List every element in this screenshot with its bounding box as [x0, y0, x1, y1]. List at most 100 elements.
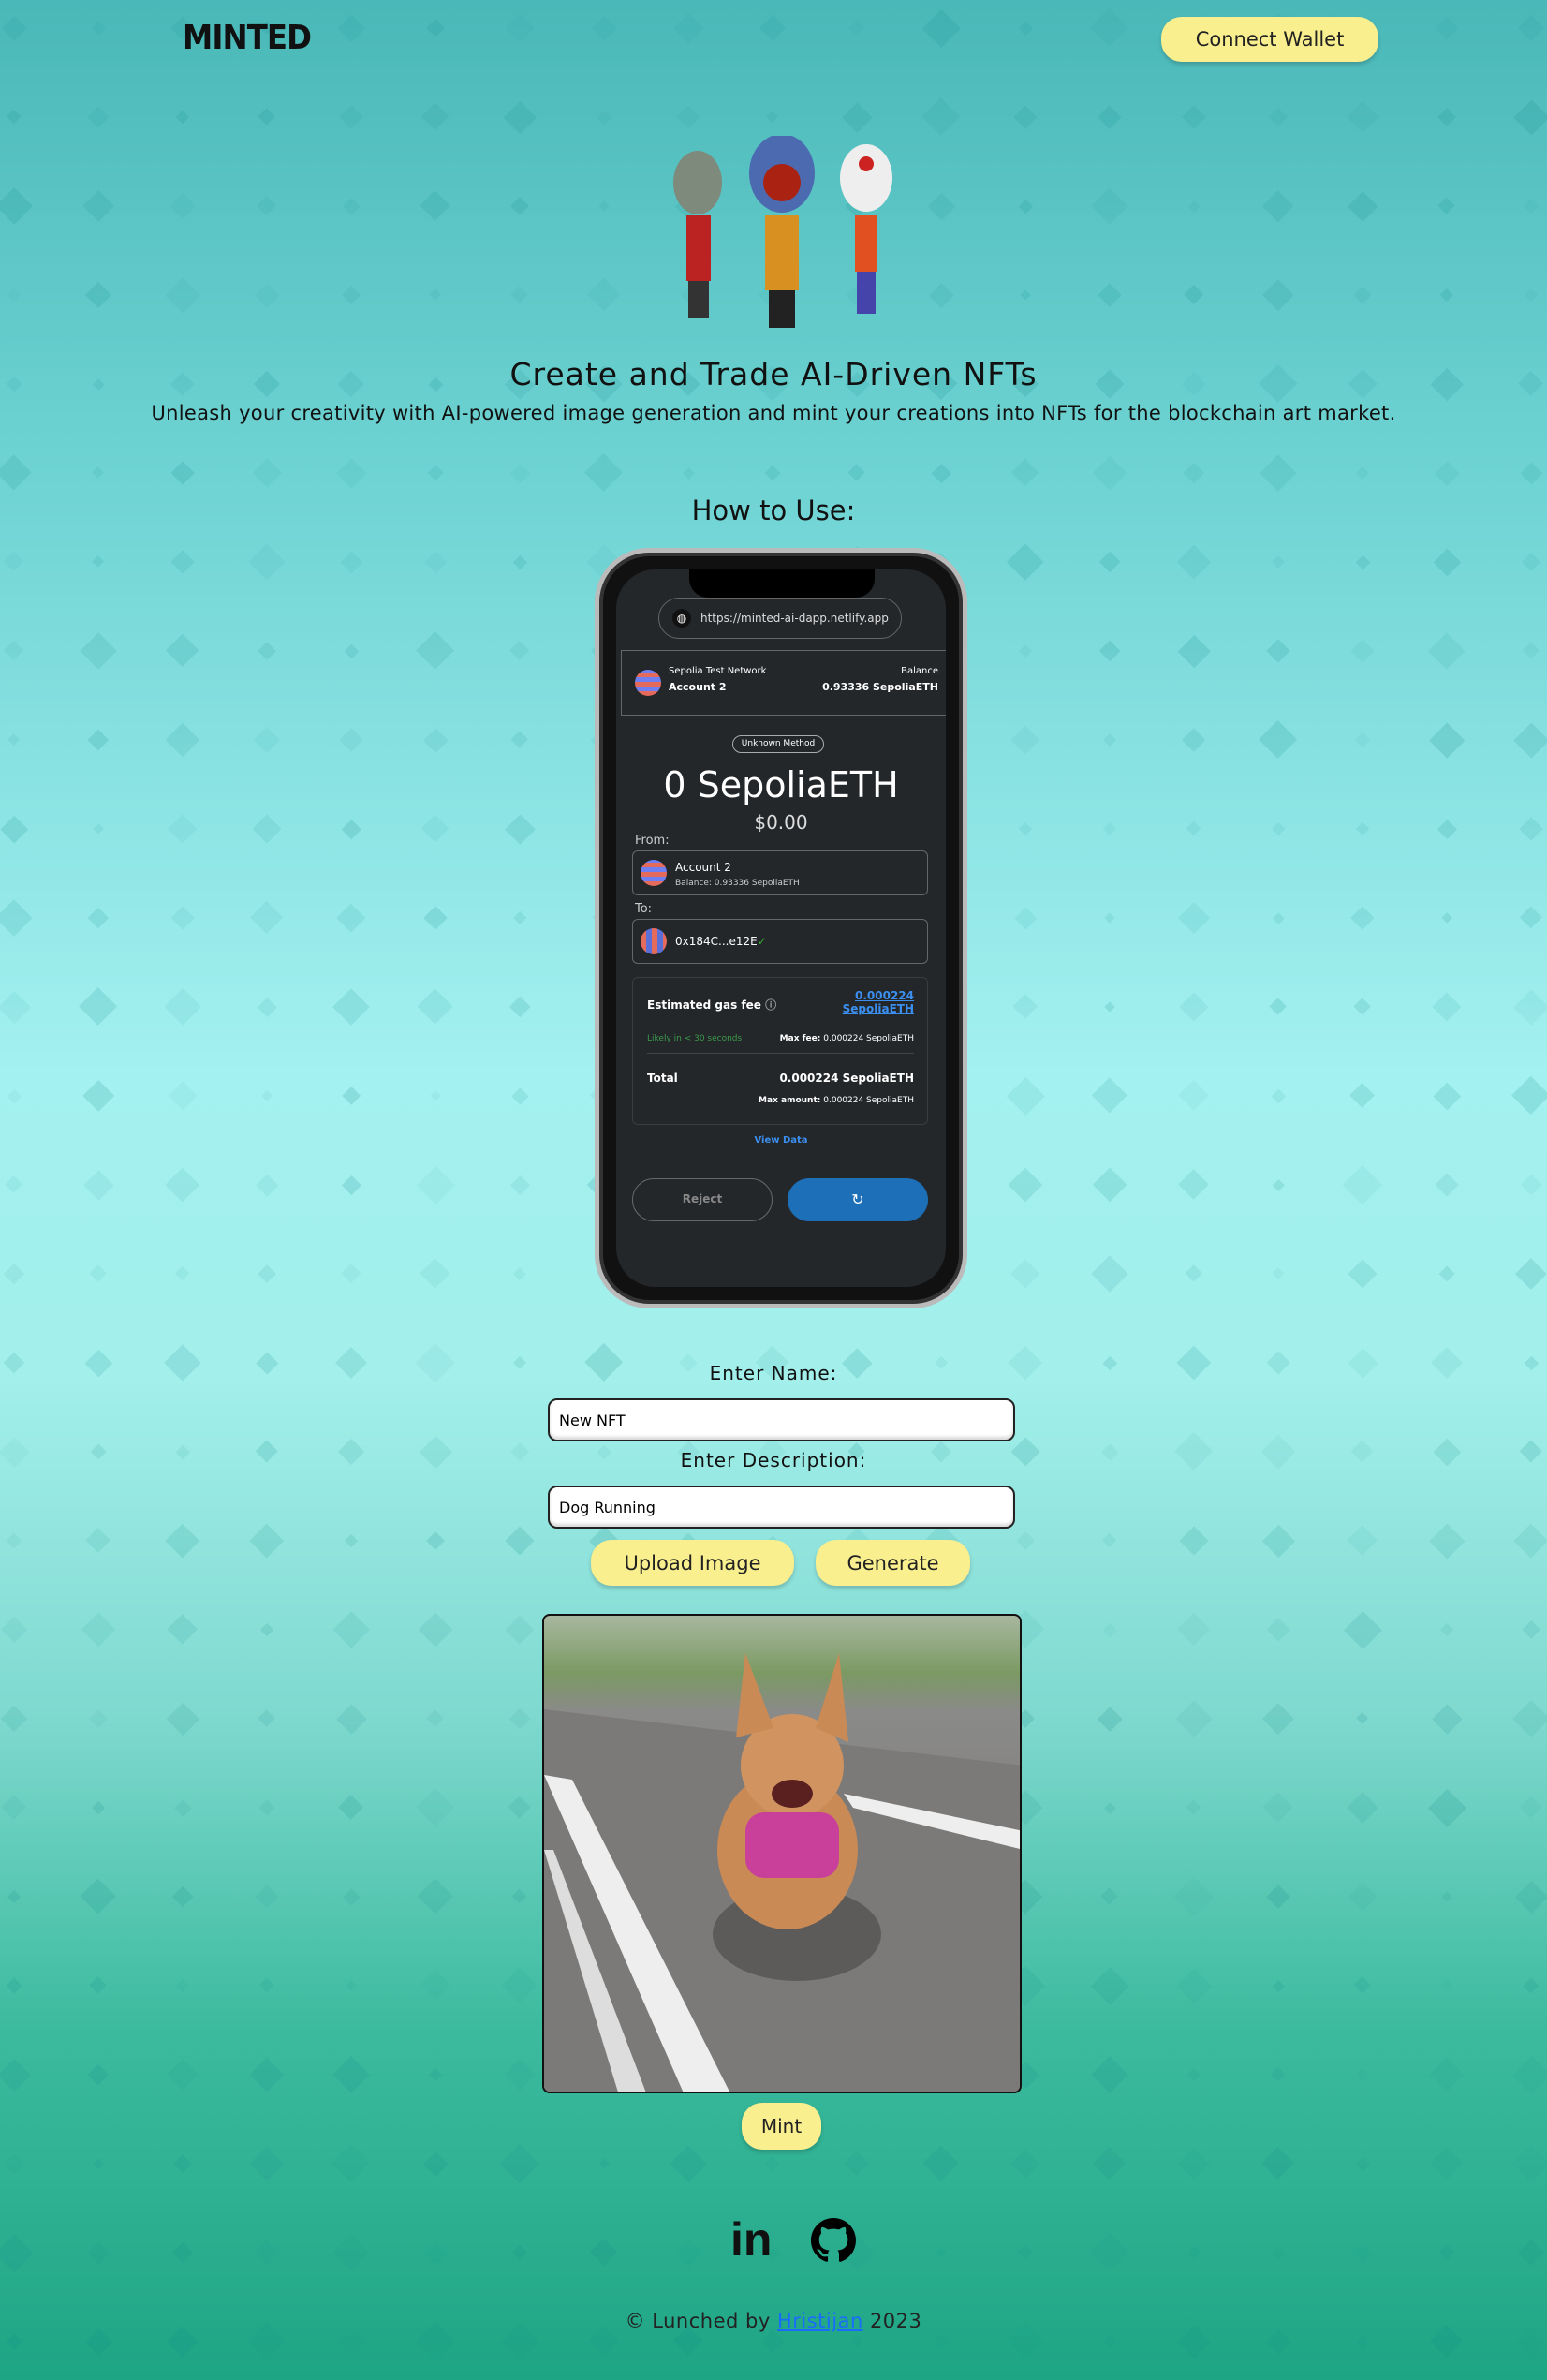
pattern-diamond [258, 1709, 276, 1728]
pattern-diamond [1432, 992, 1462, 1022]
pattern-diamond [1429, 2146, 1464, 2180]
reject-button[interactable]: Reject [632, 1178, 773, 1221]
pattern-diamond [1436, 819, 1457, 839]
pattern-diamond [341, 1175, 361, 1195]
refresh-icon[interactable]: ↻ [788, 1178, 928, 1221]
pattern-diamond [1271, 1088, 1286, 1103]
pattern-diamond [344, 1533, 359, 1548]
connect-wallet-button[interactable]: Connect Wallet [1161, 17, 1378, 62]
pattern-diamond [420, 1970, 451, 2002]
pattern-diamond [416, 631, 455, 671]
pattern-diamond [163, 987, 202, 1027]
view-data-link[interactable]: View Data [616, 1135, 946, 1146]
pattern-diamond [509, 463, 530, 483]
total-label: Total [647, 1072, 678, 1085]
pattern-diamond [1006, 1076, 1045, 1116]
pattern-diamond [1523, 198, 1540, 214]
pattern-diamond [1429, 2057, 1465, 2092]
generate-button[interactable]: Generate [816, 1540, 970, 1586]
name-input[interactable] [548, 1398, 1015, 1441]
pattern-diamond [928, 282, 954, 308]
pattern-diamond [0, 2233, 34, 2272]
pattern-diamond [1176, 1968, 1212, 2003]
pattern-diamond [1018, 643, 1032, 658]
pattern-diamond [168, 814, 198, 844]
pattern-diamond [332, 2234, 370, 2271]
pattern-diamond [1518, 2240, 1544, 2266]
pattern-diamond [1097, 1706, 1123, 1732]
pattern-diamond [927, 192, 955, 220]
pattern-diamond [1433, 1082, 1461, 1110]
pattern-diamond [1353, 998, 1372, 1016]
pattern-diamond [1346, 100, 1379, 134]
pattern-diamond [1102, 732, 1117, 747]
pattern-diamond [1343, 1610, 1382, 1649]
pattern-diamond [1178, 902, 1210, 934]
pattern-diamond [1520, 1174, 1542, 1196]
pattern-diamond [426, 1709, 445, 1728]
pattern-diamond [1103, 1801, 1116, 1814]
pattern-diamond [1348, 191, 1378, 221]
globe-icon: ◍ [672, 609, 691, 628]
pattern-diamond [4, 2153, 24, 2174]
pattern-diamond [512, 554, 527, 569]
method-badge: Unknown Method [732, 735, 824, 753]
pattern-diamond [765, 2156, 780, 2171]
pattern-diamond [1513, 1523, 1547, 1559]
pattern-diamond [1261, 2147, 1295, 2180]
how-to-heading: How to Use: [691, 495, 856, 526]
pattern-diamond [1354, 732, 1371, 748]
pattern-diamond [509, 1175, 530, 1195]
pattern-diamond [165, 1523, 200, 1559]
pattern-diamond [335, 457, 367, 489]
pattern-diamond [1177, 2147, 1210, 2180]
pattern-diamond [346, 1980, 357, 1991]
github-icon[interactable] [811, 2218, 856, 2263]
pattern-diamond [1271, 554, 1285, 569]
pattern-diamond [1441, 912, 1452, 924]
pattern-diamond [1090, 2233, 1129, 2272]
pattern-diamond [170, 461, 195, 485]
pattern-diamond [1437, 197, 1456, 215]
gas-fee-link[interactable]: 0.000224 SepoliaETH [843, 989, 914, 1015]
pattern-diamond [420, 102, 450, 132]
pattern-diamond [1511, 1076, 1547, 1116]
pattern-diamond [921, 97, 961, 137]
to-address-box: 0x184C...e12E✓ [632, 919, 928, 964]
usd-amount: $0.00 [754, 811, 808, 834]
pattern-diamond [0, 1705, 28, 1733]
max-amount: 0.000224 SepoliaETH [823, 1096, 914, 1105]
author-link[interactable]: Hristijan [777, 2310, 863, 2332]
mint-button[interactable]: Mint [742, 2103, 821, 2150]
pattern-diamond [1356, 466, 1369, 480]
pattern-diamond [508, 1796, 532, 1820]
pattern-diamond [91, 1800, 106, 1815]
pattern-diamond [1090, 8, 1129, 48]
pattern-diamond [512, 910, 527, 925]
pattern-diamond [258, 1264, 276, 1283]
pattern-diamond [1347, 1525, 1378, 1557]
pattern-diamond [82, 1169, 114, 1201]
pattern-diamond [91, 21, 106, 36]
pattern-diamond [1350, 906, 1375, 930]
pattern-diamond [249, 2146, 285, 2181]
from-avatar [641, 860, 667, 886]
pattern-diamond [417, 1878, 454, 1915]
description-input[interactable] [548, 1486, 1015, 1529]
pattern-diamond [933, 2333, 950, 2350]
logo: MINTED [183, 19, 312, 57]
pattern-diamond [87, 729, 110, 751]
pattern-diamond [6, 1532, 22, 1549]
hero-title: Create and Trade AI-Driven NFTs [509, 356, 1038, 392]
pattern-diamond [6, 1977, 22, 1994]
pattern-diamond [1427, 1788, 1466, 1827]
pattern-diamond [1512, 1700, 1547, 1737]
upload-image-button[interactable]: Upload Image [591, 1540, 794, 1586]
pattern-diamond [1178, 1080, 1210, 1112]
linkedin-icon[interactable]: in [730, 2216, 772, 2263]
pattern-diamond [759, 14, 787, 42]
pattern-diamond [3, 1263, 25, 1285]
pattern-diamond [80, 1878, 117, 1915]
pattern-diamond [510, 197, 529, 215]
pattern-diamond [682, 466, 695, 480]
